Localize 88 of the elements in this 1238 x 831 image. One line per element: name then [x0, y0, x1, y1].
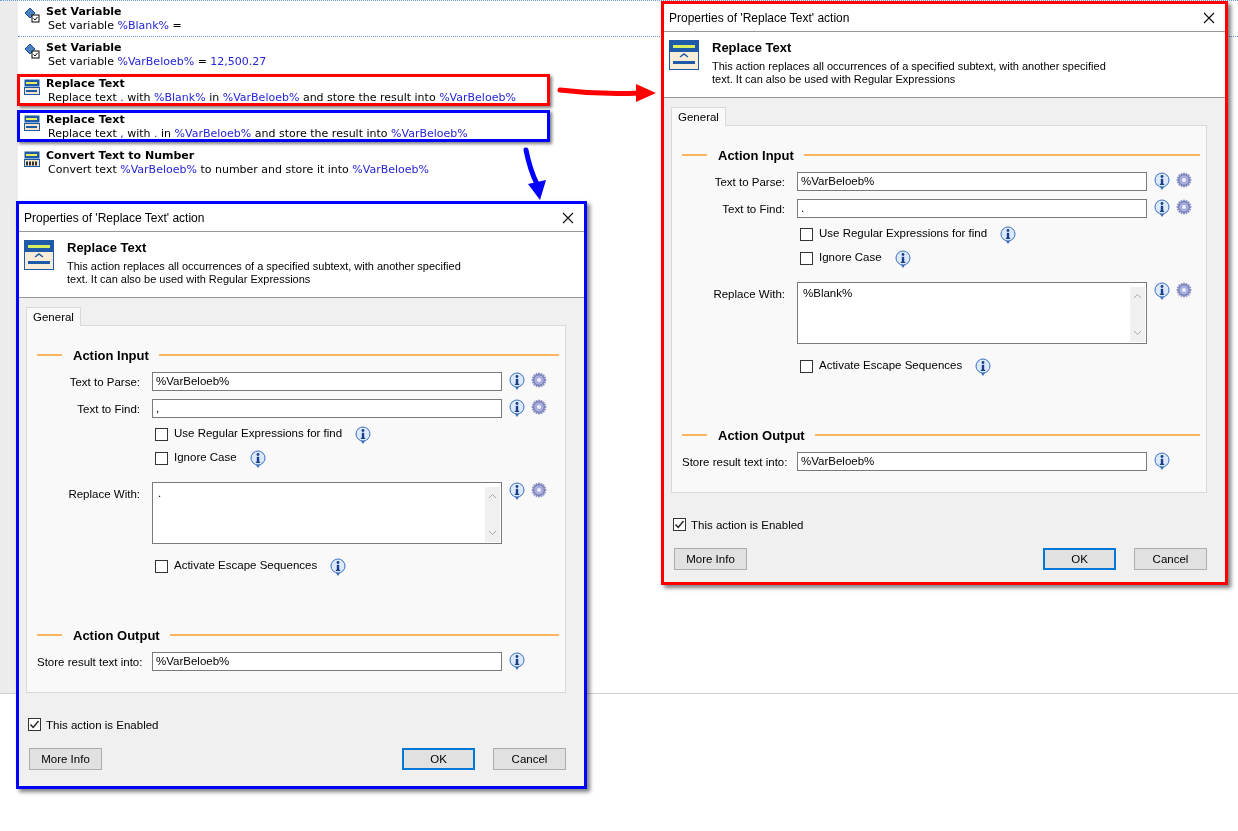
field-label: Text to Find: — [77, 403, 140, 415]
section-title: Action Output — [72, 627, 161, 643]
step-title: Set Variable — [46, 5, 123, 19]
dialog-button[interactable]: Cancel — [493, 748, 566, 770]
section-title: Action Input — [72, 347, 150, 363]
input-field[interactable]: %VarBeloeb% — [797, 172, 1147, 191]
checkbox-label: Activate Escape Sequences — [819, 358, 963, 371]
checkbox[interactable] — [800, 252, 813, 265]
input-field[interactable]: %VarBeloeb% — [152, 372, 502, 391]
checkbox-label: Ignore Case — [819, 250, 882, 263]
input-field[interactable]: . — [797, 199, 1147, 218]
info-icon[interactable] — [330, 558, 347, 576]
info-icon[interactable] — [1154, 199, 1170, 217]
action-heading: Replace Text — [712, 40, 793, 55]
field-label: Replace With: — [68, 488, 140, 500]
replace-text-icon — [669, 40, 699, 70]
field-label: Replace With: — [713, 288, 785, 300]
info-icon[interactable] — [1154, 452, 1170, 470]
checkbox[interactable] — [155, 560, 168, 573]
input-field[interactable]: %VarBeloeb% — [797, 452, 1147, 471]
gear-icon[interactable] — [531, 482, 547, 498]
step-description: Set variable %VarBeloeb% = 12,500.27 — [47, 55, 267, 69]
info-icon[interactable] — [1154, 282, 1170, 300]
replace-text-icon — [24, 240, 54, 270]
input-field[interactable]: %VarBeloeb% — [152, 652, 502, 671]
checkbox-label: This action is Enabled — [691, 518, 804, 531]
checkbox[interactable] — [155, 452, 168, 465]
info-icon[interactable] — [894, 250, 911, 268]
info-icon[interactable] — [509, 399, 525, 417]
window-title: Properties of 'Replace Text' action — [24, 210, 205, 225]
replace-text-icon — [24, 79, 40, 95]
replace-text-icon — [24, 115, 40, 131]
checkbox[interactable] — [28, 718, 41, 731]
tab[interactable]: General — [671, 107, 726, 126]
checkbox[interactable] — [800, 360, 813, 373]
action-description: This action replaces all occurrences of a specified subtext, with another specified text. It can also be used with Regular Expressions — [712, 60, 1107, 86]
section-title: Action Input — [717, 147, 795, 163]
step-description: Convert text %VarBeloeb% to number and store it into %VarBeloeb% — [47, 163, 430, 177]
dialog-button[interactable]: OK — [1043, 548, 1116, 570]
step-title: Replace Text — [46, 77, 126, 91]
step-description: Replace text . with %Blank% in %VarBeloeb% and store the result into %VarBeloeb% — [47, 91, 516, 105]
tab[interactable]: General — [26, 307, 81, 326]
action-description: This action replaces all occurrences of a specified subtext, with another specified text. It can also be used with Regular Expressions — [67, 260, 462, 286]
field-label: Store result text into: — [682, 456, 788, 468]
dialog-button[interactable]: Cancel — [1134, 548, 1207, 570]
convert-text-icon — [24, 151, 40, 167]
checkbox[interactable] — [673, 518, 686, 531]
info-icon[interactable] — [975, 358, 992, 376]
info-icon[interactable] — [509, 372, 525, 390]
checkbox-label: Ignore Case — [174, 450, 237, 463]
info-icon[interactable] — [1154, 172, 1170, 190]
close-icon[interactable] — [1203, 11, 1215, 24]
checkbox-label: Use Regular Expressions for find — [819, 226, 988, 239]
checkbox-label: Activate Escape Sequences — [174, 558, 318, 571]
gear-icon[interactable] — [1176, 282, 1192, 298]
input-field[interactable]: , — [152, 399, 502, 418]
variable-icon — [24, 7, 40, 23]
section-title: Action Output — [717, 427, 806, 443]
gear-icon[interactable] — [1176, 172, 1192, 188]
annotation-arrow — [523, 147, 546, 200]
step-title: Set Variable — [46, 41, 123, 55]
checkbox-label: Use Regular Expressions for find — [174, 426, 343, 439]
field-label: Store result text into: — [37, 656, 143, 668]
info-icon[interactable] — [355, 426, 372, 444]
info-icon[interactable] — [509, 652, 525, 670]
step-description: Set variable %Blank% = — [47, 19, 182, 33]
step-title: Replace Text — [46, 113, 126, 127]
dialog-button[interactable]: OK — [402, 748, 475, 770]
checkbox-label: This action is Enabled — [46, 718, 159, 731]
window-title: Properties of 'Replace Text' action — [669, 10, 850, 25]
checkbox[interactable] — [800, 228, 813, 241]
step-description: Replace text , with . in %VarBeloeb% and store the result into %VarBeloeb% — [47, 127, 468, 141]
checkbox[interactable] — [155, 428, 168, 441]
field-label: Text to Parse: — [714, 176, 785, 188]
dialog-button[interactable]: More Info — [29, 748, 102, 770]
gear-icon[interactable] — [531, 372, 547, 388]
step-title: Convert Text to Number — [46, 149, 196, 163]
gear-icon[interactable] — [1176, 199, 1192, 215]
close-icon[interactable] — [562, 211, 574, 224]
dialog-button[interactable]: More Info — [674, 548, 747, 570]
gear-icon[interactable] — [531, 399, 547, 415]
info-icon[interactable] — [509, 482, 525, 500]
info-icon[interactable] — [1000, 226, 1017, 244]
field-label: Text to Find: — [722, 203, 785, 215]
info-icon[interactable] — [249, 450, 266, 468]
variable-icon — [24, 43, 40, 59]
field-label: Text to Parse: — [69, 376, 140, 388]
action-heading: Replace Text — [67, 240, 148, 255]
